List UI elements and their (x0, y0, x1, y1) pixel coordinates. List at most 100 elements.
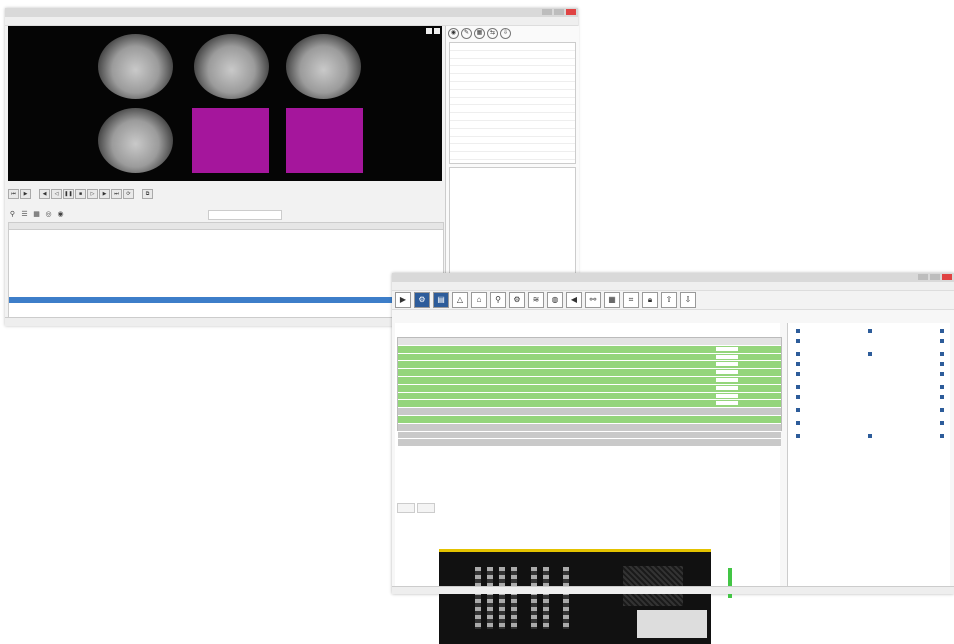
toggle-icon[interactable] (868, 328, 872, 333)
settings-row[interactable] (788, 349, 950, 359)
camera-feed-5-no-signal[interactable] (192, 108, 269, 173)
settings-icon[interactable]: ⚙ (509, 292, 525, 308)
event-table[interactable] (8, 222, 444, 318)
table-row[interactable] (398, 376, 781, 385)
properties-grid[interactable] (449, 42, 576, 168)
camera-icon[interactable]: ▶ (395, 292, 411, 308)
video-grid[interactable] (8, 26, 442, 181)
toggle-icon[interactable] (796, 420, 800, 425)
io-slot[interactable] (475, 567, 481, 629)
value-field[interactable] (716, 401, 738, 406)
download-icon[interactable]: ⇩ (500, 27, 511, 39)
toggle-icon[interactable] (796, 351, 800, 356)
settings-row[interactable] (788, 369, 950, 379)
toggle-icon[interactable] (868, 433, 872, 438)
list-item[interactable] (450, 152, 575, 160)
table-row[interactable] (398, 361, 781, 370)
settings-row[interactable] (788, 418, 950, 428)
toggle-icon[interactable] (940, 433, 944, 438)
toggle-icon[interactable] (940, 371, 944, 376)
skip-forward-icon[interactable]: ⏭ (111, 189, 122, 199)
list-item[interactable] (450, 113, 575, 121)
storage-icon[interactable]: ▤ (433, 292, 449, 308)
list-item[interactable] (450, 82, 575, 90)
list-item[interactable] (450, 121, 575, 129)
list-item[interactable] (450, 59, 575, 67)
table-row[interactable] (398, 431, 781, 440)
alert-icon[interactable]: △ (452, 292, 468, 308)
refresh-icon[interactable]: ◎ (44, 210, 53, 219)
camera-feed-1[interactable] (98, 34, 173, 99)
list-item[interactable] (450, 66, 575, 75)
table-row[interactable] (398, 353, 781, 362)
table-row[interactable] (398, 423, 781, 432)
maximize-button[interactable] (554, 9, 564, 15)
fullscreen-button[interactable] (434, 28, 440, 34)
grid-icon[interactable]: ▦ (604, 292, 620, 308)
io-slot[interactable] (487, 567, 493, 629)
toggle-icon[interactable] (796, 433, 800, 438)
camera-icon[interactable]: ◉ (448, 27, 459, 39)
io-slot[interactable] (543, 567, 549, 629)
speaker-icon[interactable]: ◀ (566, 292, 582, 308)
play-icon[interactable]: ▶ (20, 189, 31, 199)
list-item[interactable] (450, 137, 575, 145)
toggle-icon[interactable] (940, 328, 944, 333)
settings-icon[interactable]: ◉ (56, 210, 65, 219)
camera-feed-2[interactable] (194, 34, 269, 99)
settings-row[interactable] (788, 392, 950, 402)
search-input[interactable] (208, 209, 282, 220)
toggle-icon[interactable] (940, 338, 944, 343)
device-rear-panel[interactable] (439, 549, 732, 644)
camera-feed-3[interactable] (286, 34, 361, 99)
share-icon[interactable]: ⇆ (487, 27, 498, 39)
value-field[interactable] (716, 346, 738, 351)
value-field[interactable] (716, 393, 738, 398)
toggle-icon[interactable] (796, 384, 800, 389)
fast-forward-button[interactable]: ▶ (99, 189, 110, 199)
list-item[interactable] (450, 129, 575, 137)
settings-row[interactable] (788, 382, 950, 392)
table-row[interactable] (398, 392, 781, 401)
toggle-icon[interactable] (940, 407, 944, 412)
building-icon[interactable]: ⌂ (471, 292, 487, 308)
toggle-icon[interactable] (796, 338, 800, 343)
io-slot[interactable] (499, 567, 505, 629)
export-icon[interactable]: ⇧ (661, 292, 677, 308)
settings-row[interactable] (788, 405, 950, 415)
pause-icon[interactable]: ❚❚ (63, 189, 74, 199)
bookmark-icon[interactable]: ✎ (461, 27, 472, 39)
grid-icon[interactable]: ▦ (474, 27, 485, 39)
camera-feed-6-no-signal[interactable] (286, 108, 363, 173)
calendar-icon[interactable]: ▦ (32, 210, 41, 219)
table-row[interactable] (398, 415, 781, 424)
step-back-button[interactable]: ◁ (51, 189, 62, 199)
toggle-icon[interactable] (796, 371, 800, 376)
toggle-icon[interactable] (940, 361, 944, 366)
export-clip-button[interactable]: ⧉ (142, 189, 153, 199)
value-field[interactable] (716, 354, 738, 359)
close-button[interactable] (566, 9, 576, 15)
list-item[interactable] (450, 74, 575, 82)
toggle-icon[interactable] (796, 407, 800, 412)
power-supply[interactable] (637, 610, 707, 638)
value-field[interactable] (716, 377, 738, 382)
sync-button[interactable]: ⟳ (123, 189, 134, 199)
toggle-icon[interactable] (940, 351, 944, 356)
minimize-button[interactable] (918, 274, 928, 280)
list-item[interactable] (450, 105, 575, 114)
value-field[interactable] (716, 362, 738, 367)
lock-icon[interactable]: 🔒︎ (642, 292, 658, 308)
settings-row[interactable] (788, 336, 950, 346)
skip-back-icon[interactable]: ⏮ (8, 189, 19, 199)
toggle-icon[interactable] (940, 420, 944, 425)
list-item[interactable] (450, 90, 575, 98)
toggle-icon[interactable] (940, 384, 944, 389)
filter-icon[interactable]: ⚲ (8, 210, 17, 219)
table-row[interactable] (9, 303, 443, 309)
list-item[interactable] (450, 51, 575, 59)
toggle-icon[interactable] (940, 394, 944, 399)
list-icon[interactable]: ☰ (20, 210, 29, 219)
io-slot[interactable] (511, 567, 517, 629)
channel-grid[interactable] (397, 337, 782, 448)
